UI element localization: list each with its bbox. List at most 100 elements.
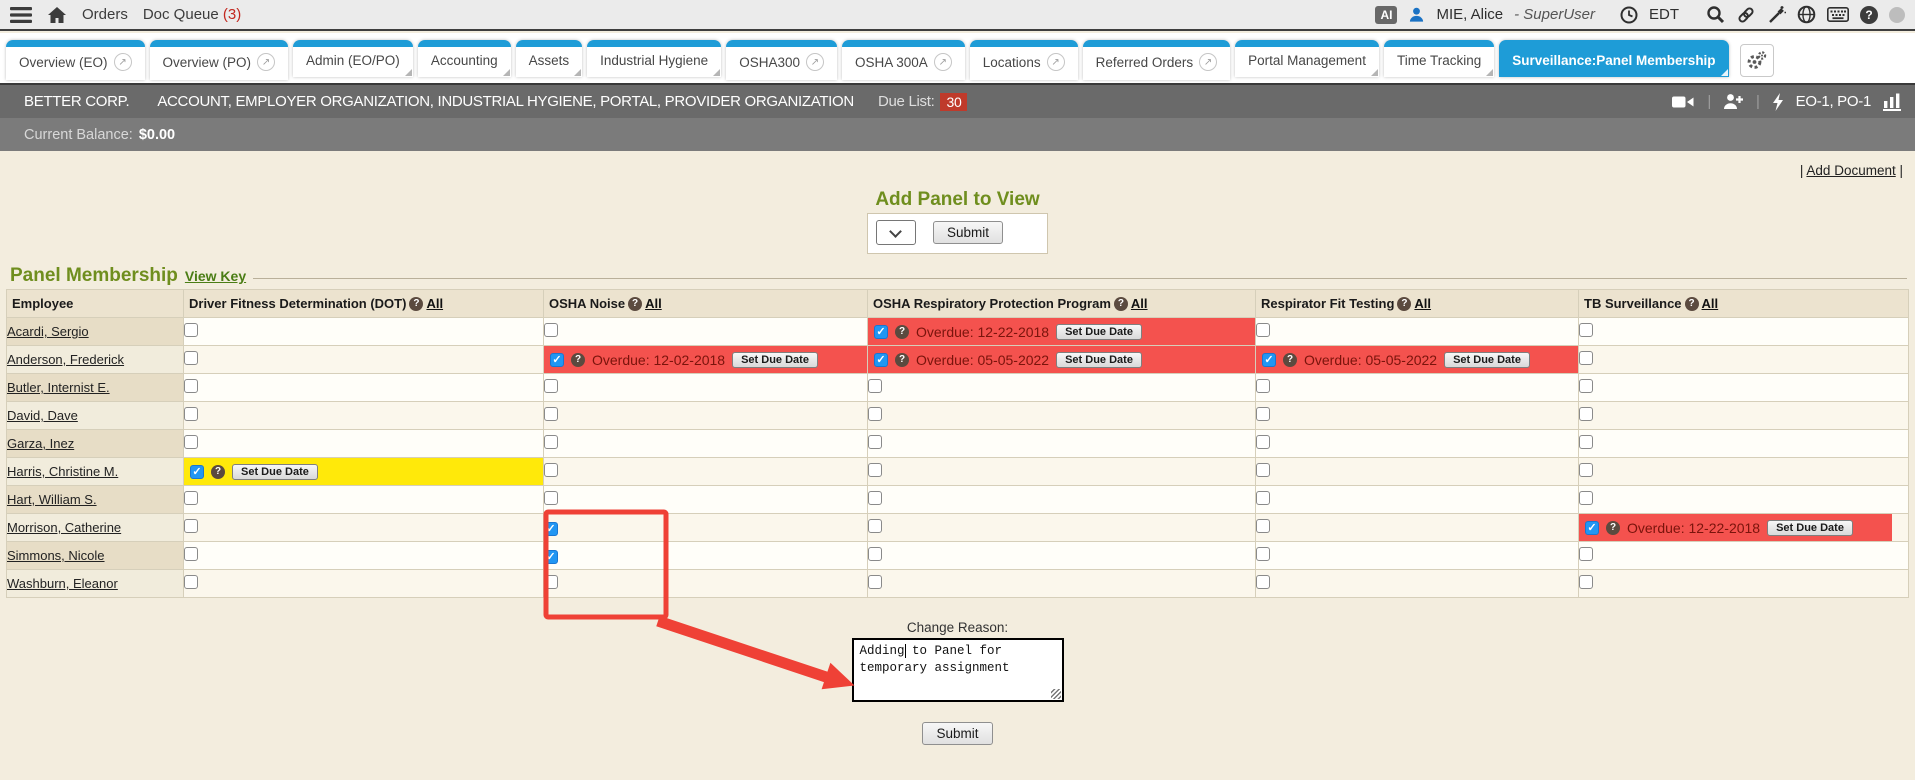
set-due-date-button[interactable]: Set Due Date <box>1767 520 1853 536</box>
checkbox-unchecked[interactable] <box>1579 491 1593 505</box>
checkbox-unchecked[interactable] <box>1579 323 1593 337</box>
checkbox-unchecked[interactable] <box>1256 323 1270 337</box>
checkbox-unchecked[interactable] <box>1256 407 1270 421</box>
checkbox-unchecked[interactable] <box>544 435 558 449</box>
checkbox-unchecked[interactable] <box>1256 463 1270 477</box>
checkbox-unchecked[interactable] <box>184 407 198 421</box>
checkbox-unchecked[interactable] <box>868 575 882 589</box>
search-icon[interactable] <box>1706 5 1725 24</box>
nav-orders[interactable]: Orders <box>82 6 128 23</box>
user-name[interactable]: MIE, Alice <box>1436 6 1503 23</box>
tab-locations[interactable]: Locations↗ <box>970 40 1078 80</box>
help-icon[interactable]: ? <box>409 297 423 311</box>
checkbox-unchecked[interactable] <box>868 547 882 561</box>
set-due-date-button[interactable]: Set Due Date <box>1444 352 1530 368</box>
checkbox-unchecked[interactable] <box>544 379 558 393</box>
set-due-date-button[interactable]: Set Due Date <box>232 464 318 480</box>
checkbox-unchecked[interactable] <box>868 407 882 421</box>
checkbox-unchecked[interactable] <box>1256 435 1270 449</box>
clock-icon[interactable] <box>1620 6 1638 24</box>
employee-link[interactable]: David, Dave <box>7 408 78 423</box>
checkbox-checked[interactable]: ✓ <box>1262 353 1276 367</box>
checkbox-unchecked[interactable] <box>184 435 198 449</box>
checkbox-unchecked[interactable] <box>1579 351 1593 365</box>
select-all-link[interactable]: All <box>1702 296 1719 311</box>
panel-select[interactable] <box>876 220 916 245</box>
home-icon[interactable] <box>47 6 67 24</box>
checkbox-unchecked[interactable] <box>1579 575 1593 589</box>
tab-admin-eo-po[interactable]: Admin (EO/PO) <box>293 40 413 77</box>
link-icon[interactable] <box>1736 5 1756 25</box>
help-icon[interactable]: ? <box>1860 6 1878 24</box>
nav-doc-queue[interactable]: Doc Queue (3) <box>143 6 241 23</box>
wand-icon[interactable] <box>1767 5 1786 24</box>
set-due-date-button[interactable]: Set Due Date <box>732 352 818 368</box>
checkbox-unchecked[interactable] <box>184 379 198 393</box>
help-icon[interactable]: ? <box>1397 297 1411 311</box>
checkbox-unchecked[interactable] <box>868 491 882 505</box>
view-key-link[interactable]: View Key <box>185 268 246 284</box>
tab-accounting[interactable]: Accounting <box>418 40 511 77</box>
help-icon[interactable]: ? <box>895 325 909 339</box>
checkbox-checked[interactable]: ✓ <box>874 325 888 339</box>
help-icon[interactable]: ? <box>1283 353 1297 367</box>
checkbox-unchecked[interactable] <box>184 323 198 337</box>
checkbox-unchecked[interactable] <box>544 463 558 477</box>
ai-badge[interactable]: AI <box>1375 6 1397 24</box>
checkbox-unchecked[interactable] <box>544 407 558 421</box>
checkbox-unchecked[interactable] <box>1256 519 1270 533</box>
help-icon[interactable]: ? <box>628 297 642 311</box>
employee-link[interactable]: Acardi, Sergio <box>7 324 89 339</box>
checkbox-unchecked[interactable] <box>184 491 198 505</box>
tab-overview-po[interactable]: Overview (PO)↗ <box>150 40 289 80</box>
employee-link[interactable]: Garza, Inez <box>7 436 74 451</box>
checkbox-checked[interactable]: ✓ <box>544 550 558 564</box>
checkbox-unchecked[interactable] <box>1256 575 1270 589</box>
add-document-link[interactable]: Add Document <box>1806 163 1895 178</box>
keyboard-icon[interactable] <box>1827 7 1849 22</box>
bar-chart-icon[interactable] <box>1883 93 1901 111</box>
checkbox-unchecked[interactable] <box>544 575 558 589</box>
help-icon[interactable]: ? <box>895 353 909 367</box>
employee-link[interactable]: Harris, Christine M. <box>7 464 118 479</box>
employee-link[interactable]: Butler, Internist E. <box>7 380 110 395</box>
help-icon[interactable]: ? <box>571 353 585 367</box>
checkbox-unchecked[interactable] <box>184 547 198 561</box>
checkbox-checked[interactable]: ✓ <box>544 522 558 536</box>
select-all-link[interactable]: All <box>645 296 662 311</box>
globe-icon[interactable] <box>1797 5 1816 24</box>
help-icon[interactable]: ? <box>1606 521 1620 535</box>
menu-icon[interactable] <box>10 6 32 24</box>
checkbox-unchecked[interactable] <box>868 379 882 393</box>
checkbox-unchecked[interactable] <box>1256 379 1270 393</box>
employee-link[interactable]: Washburn, Eleanor <box>7 576 118 591</box>
tab-osha300[interactable]: OSHA300↗ <box>726 40 837 80</box>
tab-referred-orders[interactable]: Referred Orders↗ <box>1083 40 1231 80</box>
checkbox-unchecked[interactable] <box>1579 547 1593 561</box>
checkbox-checked[interactable]: ✓ <box>550 353 564 367</box>
checkbox-checked[interactable]: ✓ <box>874 353 888 367</box>
tab-overview-eo[interactable]: Overview (EO)↗ <box>6 40 145 80</box>
set-due-date-button[interactable]: Set Due Date <box>1056 352 1142 368</box>
checkbox-unchecked[interactable] <box>184 351 198 365</box>
tab-industrial-hygiene[interactable]: Industrial Hygiene <box>587 40 721 77</box>
checkbox-unchecked[interactable] <box>1579 379 1593 393</box>
checkbox-unchecked[interactable] <box>1256 547 1270 561</box>
checkbox-unchecked[interactable] <box>868 435 882 449</box>
set-due-date-button[interactable]: Set Due Date <box>1056 324 1142 340</box>
checkbox-unchecked[interactable] <box>1579 407 1593 421</box>
help-icon[interactable]: ? <box>1114 297 1128 311</box>
tab-settings-button[interactable] <box>1740 44 1774 77</box>
change-reason-textarea[interactable]: Adding to Panel for temporary assignment <box>852 638 1064 702</box>
checkbox-unchecked[interactable] <box>544 491 558 505</box>
checkbox-checked[interactable]: ✓ <box>1585 521 1599 535</box>
select-all-link[interactable]: All <box>1131 296 1148 311</box>
tab-surveillance-panel-membership[interactable]: Surveillance:Panel Membership <box>1499 40 1728 77</box>
tab-portal-management[interactable]: Portal Management <box>1235 40 1379 77</box>
checkbox-unchecked[interactable] <box>544 323 558 337</box>
tab-time-tracking[interactable]: Time Tracking <box>1384 40 1494 77</box>
checkbox-unchecked[interactable] <box>868 463 882 477</box>
checkbox-checked[interactable]: ✓ <box>190 465 204 479</box>
due-list-count-badge[interactable]: 30 <box>940 93 967 111</box>
resize-grip-icon[interactable] <box>1051 689 1061 699</box>
